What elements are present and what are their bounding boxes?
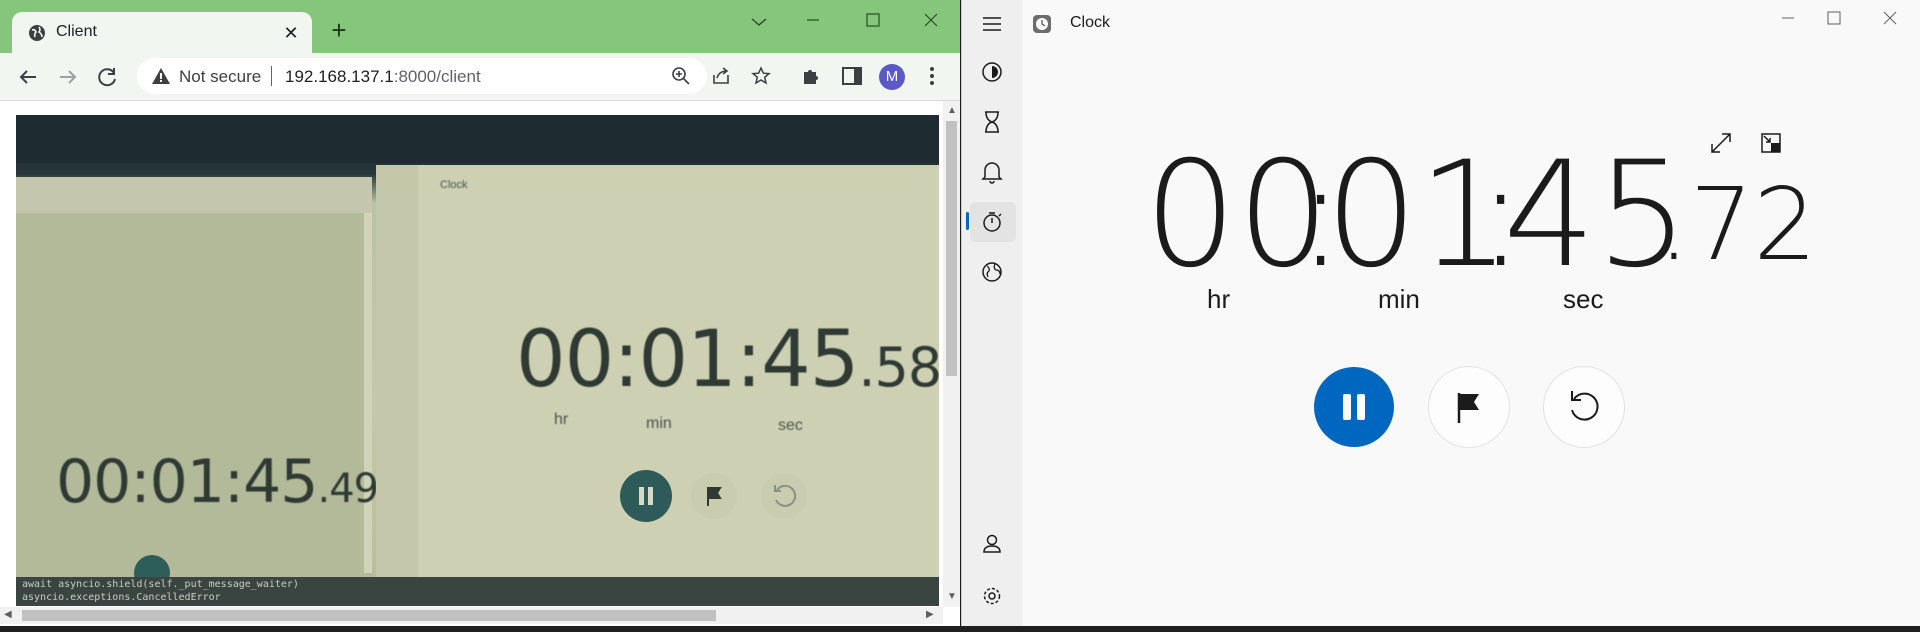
warning-triangle-icon[interactable] bbox=[151, 66, 171, 86]
taskbar-edge bbox=[0, 626, 1920, 632]
stopwatch-nav[interactable] bbox=[974, 204, 1010, 240]
keep-on-top-icon[interactable] bbox=[1758, 130, 1784, 156]
browser-tab[interactable]: Client ✕ bbox=[12, 12, 312, 53]
camera-clock-title: Clock bbox=[440, 179, 468, 191]
settings-nav[interactable] bbox=[974, 578, 1010, 614]
clock-minimize-button[interactable] bbox=[1768, 8, 1808, 34]
profile-avatar[interactable]: M bbox=[879, 64, 905, 90]
timer-icon bbox=[985, 111, 999, 133]
timer-nav[interactable] bbox=[974, 104, 1010, 140]
side-panel-icon[interactable] bbox=[840, 64, 864, 88]
unit-hr: hr bbox=[1207, 284, 1231, 314]
browser-titlebar: Client ✕ + bbox=[0, 0, 960, 53]
vertical-scroll-thumb[interactable] bbox=[946, 121, 957, 376]
camera-terminal-line-1: await asyncio.shield(self._put_message_w… bbox=[22, 579, 299, 590]
tab-close-icon[interactable]: ✕ bbox=[280, 22, 302, 44]
address-bar[interactable]: Not secure 192.168.137.1:8000/client bbox=[137, 58, 771, 94]
camera-front-lap-button bbox=[691, 473, 737, 519]
horizontal-scrollbar[interactable]: ◀ ▶ bbox=[0, 607, 943, 624]
clock-nav-rail bbox=[962, 0, 1022, 626]
scroll-up-arrow-icon[interactable]: ▲ bbox=[947, 105, 957, 116]
camera-front-time-main: 00:01:45 bbox=[516, 315, 859, 405]
world-clock-nav[interactable] bbox=[974, 254, 1010, 290]
menu-button[interactable] bbox=[974, 6, 1010, 42]
bookmark-star-icon[interactable] bbox=[751, 66, 771, 86]
account-icon bbox=[983, 534, 1001, 553]
maximize-button[interactable] bbox=[856, 8, 890, 34]
account-nav[interactable] bbox=[974, 526, 1010, 562]
settings-icon bbox=[983, 587, 1001, 605]
camera-unit-min: min bbox=[646, 415, 672, 432]
monitor-bezel bbox=[16, 115, 939, 163]
camera-feed-image: 00:01:45.49 Clock 00:01:45.58 hr min sec… bbox=[16, 115, 939, 606]
browser-window: Client ✕ + Not secure 192.168.137.1:8000… bbox=[0, 0, 960, 626]
zoom-icon[interactable] bbox=[671, 66, 691, 86]
close-button[interactable] bbox=[914, 8, 948, 34]
camera-clock-rail bbox=[376, 165, 418, 585]
camera-terminal-strip: await asyncio.shield(self._put_message_w… bbox=[16, 577, 939, 606]
minimize-button[interactable] bbox=[796, 8, 830, 34]
url-host: 192.168.137.1 bbox=[285, 67, 394, 86]
security-label[interactable]: Not secure bbox=[179, 67, 261, 87]
focus-sessions-icon bbox=[982, 62, 1002, 82]
clock-close-button[interactable] bbox=[1870, 8, 1910, 34]
url-path: :8000/client bbox=[393, 67, 481, 86]
new-tab-button[interactable]: + bbox=[326, 17, 352, 44]
vertical-scrollbar[interactable]: ▲ ▼ bbox=[943, 101, 960, 607]
globe-icon bbox=[29, 25, 45, 41]
extensions-puzzle-icon[interactable] bbox=[800, 64, 824, 88]
camera-front-time-frac: .58 bbox=[858, 336, 939, 399]
scroll-right-arrow-icon[interactable]: ▶ bbox=[926, 609, 934, 620]
url-text[interactable]: 192.168.137.1:8000/client bbox=[285, 67, 481, 87]
expand-icon[interactable] bbox=[1708, 130, 1734, 156]
camera-back-time-frac: .49 bbox=[317, 466, 379, 512]
stopwatch-icon bbox=[983, 212, 1002, 232]
app-title: Clock bbox=[1070, 14, 1111, 31]
flag-icon bbox=[1457, 393, 1479, 423]
scroll-left-arrow-icon[interactable]: ◀ bbox=[4, 609, 12, 620]
tab-title: Client bbox=[56, 23, 97, 40]
camera-clock-screen: Clock 00:01:45.58 hr min sec bbox=[376, 165, 939, 585]
pause-button[interactable] bbox=[1314, 367, 1394, 447]
reset-icon bbox=[1571, 391, 1599, 421]
time-fraction: .72 bbox=[1658, 166, 1818, 283]
world-clock-icon bbox=[982, 262, 1002, 282]
camera-back-screen: 00:01:45.49 bbox=[16, 177, 379, 591]
camera-front-pause-button bbox=[620, 470, 672, 522]
share-icon[interactable] bbox=[711, 66, 731, 86]
more-menu-icon[interactable] bbox=[920, 64, 944, 88]
reload-icon[interactable] bbox=[94, 63, 122, 91]
camera-unit-hr: hr bbox=[554, 411, 569, 428]
active-nav-indicator bbox=[966, 212, 969, 230]
camera-back-toolbar bbox=[16, 177, 372, 213]
tab-search-chevron-icon[interactable] bbox=[742, 8, 776, 34]
camera-back-time-main: 00:01:45 bbox=[56, 447, 318, 517]
camera-back-edge bbox=[364, 213, 372, 573]
lap-button[interactable] bbox=[1429, 367, 1509, 447]
horizontal-scroll-thumb[interactable] bbox=[22, 610, 716, 621]
unit-min: min bbox=[1378, 284, 1420, 314]
pause-icon bbox=[1343, 394, 1365, 420]
forward-arrow-icon[interactable] bbox=[54, 63, 82, 91]
clock-app-icon bbox=[1033, 15, 1051, 33]
camera-unit-sec: sec bbox=[778, 417, 803, 434]
alarm-nav[interactable] bbox=[974, 154, 1010, 190]
clock-window: Clock 00 : 01 : 45 .72 hr min sec bbox=[961, 0, 1920, 626]
camera-front-time: 00:01:45.58 bbox=[516, 315, 939, 405]
reset-button[interactable] bbox=[1544, 367, 1624, 447]
menu-icon bbox=[983, 17, 1001, 31]
address-separator bbox=[271, 66, 272, 86]
unit-sec: sec bbox=[1563, 284, 1604, 314]
scroll-down-arrow-icon[interactable]: ▼ bbox=[947, 591, 957, 602]
focus-sessions-nav[interactable] bbox=[974, 54, 1010, 90]
alarm-icon bbox=[981, 162, 1003, 184]
back-arrow-icon[interactable] bbox=[14, 63, 42, 91]
camera-front-reset-button bbox=[761, 473, 807, 519]
clock-maximize-button[interactable] bbox=[1814, 8, 1854, 34]
camera-back-time: 00:01:45.49 bbox=[56, 447, 379, 517]
camera-terminal-line-2: asyncio.exceptions.CancelledError bbox=[22, 592, 221, 603]
